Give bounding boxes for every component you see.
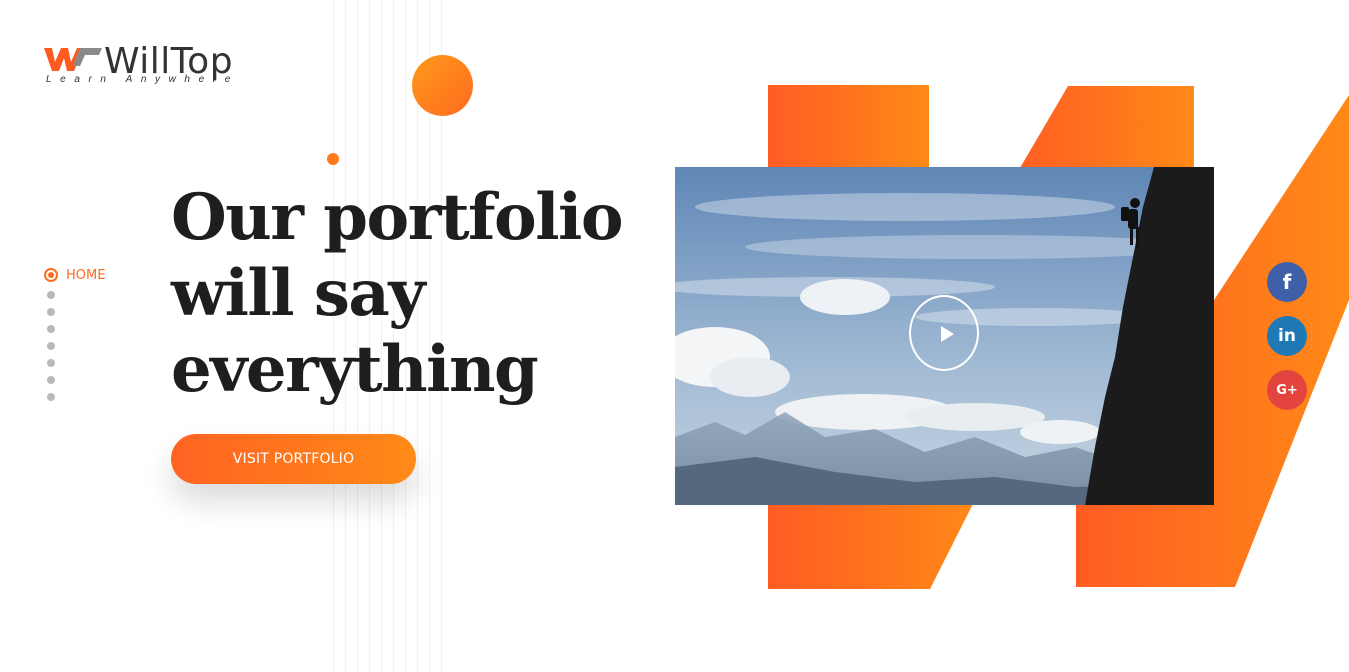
facebook-icon: f <box>1282 270 1292 294</box>
hero-heading-line: everything <box>171 332 539 407</box>
facebook-button[interactable]: f <box>1267 262 1307 302</box>
hero-heading: Our portfolio will say everything <box>171 180 641 408</box>
section-dot-nav: HOME <box>44 267 106 401</box>
brand-tagline: Learn Anywhere <box>46 74 239 85</box>
hero-heading-line: Our portfolio <box>171 180 624 255</box>
nav-dot-home-label: HOME <box>66 267 106 283</box>
brand-logo[interactable]: WillTop Learn Anywhere <box>44 42 254 88</box>
nav-dot[interactable] <box>47 376 55 384</box>
nav-dot[interactable] <box>47 342 55 350</box>
nav-dot[interactable] <box>47 359 55 367</box>
linkedin-icon: in <box>1278 326 1296 346</box>
decorative-circle-large <box>412 55 473 116</box>
visit-portfolio-button[interactable]: VISIT PORTFOLIO <box>171 434 416 484</box>
play-icon <box>941 326 954 342</box>
nav-dot[interactable] <box>47 308 55 316</box>
nav-dot[interactable] <box>47 393 55 401</box>
linkedin-button[interactable]: in <box>1267 316 1307 356</box>
nav-dot[interactable] <box>47 325 55 333</box>
nav-dot-home[interactable]: HOME <box>44 267 106 283</box>
nav-dot[interactable] <box>47 291 55 299</box>
play-button[interactable] <box>909 295 979 371</box>
hero-heading-line: will say <box>171 256 426 331</box>
google-plus-icon: G+ <box>1276 382 1298 398</box>
active-dot-icon <box>44 268 58 282</box>
decorative-circle-small <box>327 153 339 165</box>
logo-mark-icon <box>44 48 102 71</box>
google-plus-button[interactable]: G+ <box>1267 370 1307 410</box>
